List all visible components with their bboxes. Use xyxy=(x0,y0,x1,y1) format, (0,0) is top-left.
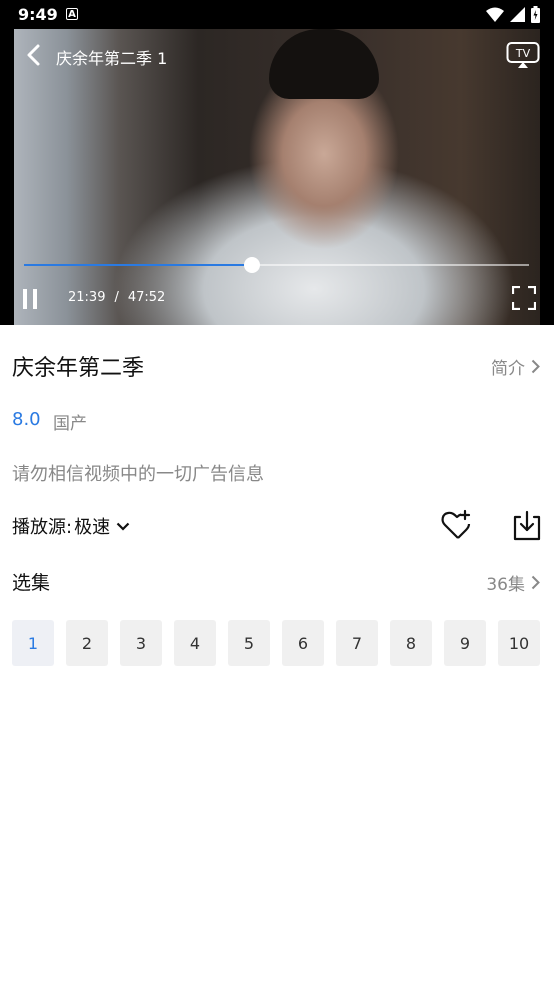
episode-button[interactable]: 3 xyxy=(120,620,162,666)
source-dropdown[interactable]: 极速 xyxy=(74,513,130,539)
status-icons xyxy=(486,6,540,23)
signal-icon xyxy=(510,7,525,22)
time-separator: / xyxy=(114,290,119,305)
fullscreen-icon[interactable] xyxy=(512,286,536,310)
favorite-add-icon[interactable] xyxy=(440,508,474,542)
download-icon[interactable] xyxy=(510,509,544,543)
total-duration: 47:52 xyxy=(127,290,166,305)
tv-icon-label: TV xyxy=(515,47,531,60)
battery-icon xyxy=(531,6,540,23)
chevron-right-icon xyxy=(531,359,540,374)
video-title: 庆余年第二季 1 xyxy=(56,49,168,68)
seek-bar-played xyxy=(24,264,253,266)
episode-list: 1 2 3 4 5 6 7 8 9 10 xyxy=(12,620,540,666)
source-selector: 播放源: 极速 xyxy=(12,513,130,539)
region-tag: 国产 xyxy=(53,414,87,434)
chevron-down-icon xyxy=(116,522,130,531)
tv-cast-icon[interactable]: TV xyxy=(506,41,540,69)
episode-button[interactable]: 2 xyxy=(66,620,108,666)
intro-label: 简介 xyxy=(491,359,525,379)
episode-button[interactable]: 6 xyxy=(282,620,324,666)
notification-icon: A xyxy=(66,8,78,20)
episode-button[interactable]: 5 xyxy=(228,620,270,666)
source-label: 播放源: xyxy=(12,517,73,538)
wifi-icon xyxy=(486,7,504,22)
pause-icon[interactable] xyxy=(20,289,40,309)
show-title: 庆余年第二季 xyxy=(12,356,145,381)
episode-button[interactable]: 9 xyxy=(444,620,486,666)
episodes-count: 36集 xyxy=(486,575,525,595)
seek-bar[interactable] xyxy=(24,257,529,273)
episodes-title: 选集 xyxy=(12,572,51,594)
video-player[interactable]: 庆余年第二季 1 TV 21:39 / 47:52 xyxy=(0,29,554,325)
intro-link[interactable]: 简介 xyxy=(491,354,540,379)
source-value: 极速 xyxy=(74,517,111,538)
episode-button[interactable]: 7 xyxy=(336,620,378,666)
playback-time: 21:39 / 47:52 xyxy=(68,290,165,305)
ad-notice: 请勿相信视频中的一切广告信息 xyxy=(12,464,264,485)
player-title-bar: 庆余年第二季 1 TV xyxy=(0,29,554,85)
chevron-right-icon xyxy=(531,575,540,590)
episode-button[interactable]: 1 xyxy=(12,620,54,666)
status-bar: 9:49 A xyxy=(0,0,554,29)
episode-button[interactable]: 4 xyxy=(174,620,216,666)
episode-button[interactable]: 8 xyxy=(390,620,432,666)
back-arrow-icon[interactable] xyxy=(24,43,44,67)
status-time: 9:49 xyxy=(18,5,58,24)
rating-score: 8.0 xyxy=(12,409,41,430)
episode-button[interactable]: 10 xyxy=(498,620,540,666)
episodes-count-link[interactable]: 36集 xyxy=(486,570,540,595)
current-time: 21:39 xyxy=(68,290,106,305)
